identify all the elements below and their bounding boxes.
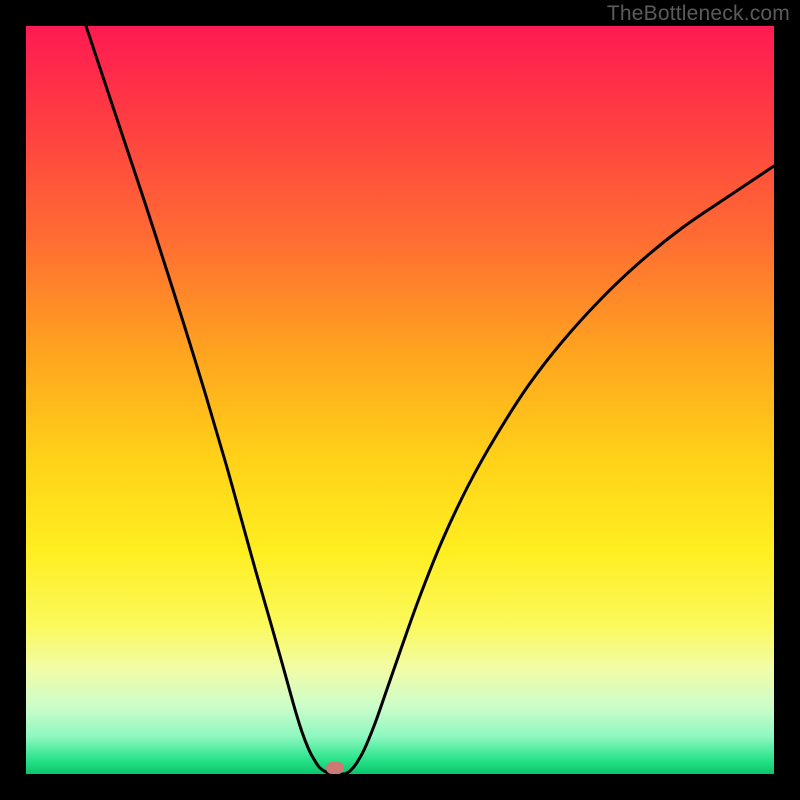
curve-path xyxy=(86,26,774,774)
plot-area xyxy=(26,26,774,774)
chart-frame: TheBottleneck.com xyxy=(0,0,800,800)
bottleneck-curve xyxy=(26,26,774,774)
watermark-text: TheBottleneck.com xyxy=(607,2,790,26)
optimal-marker xyxy=(326,762,344,774)
